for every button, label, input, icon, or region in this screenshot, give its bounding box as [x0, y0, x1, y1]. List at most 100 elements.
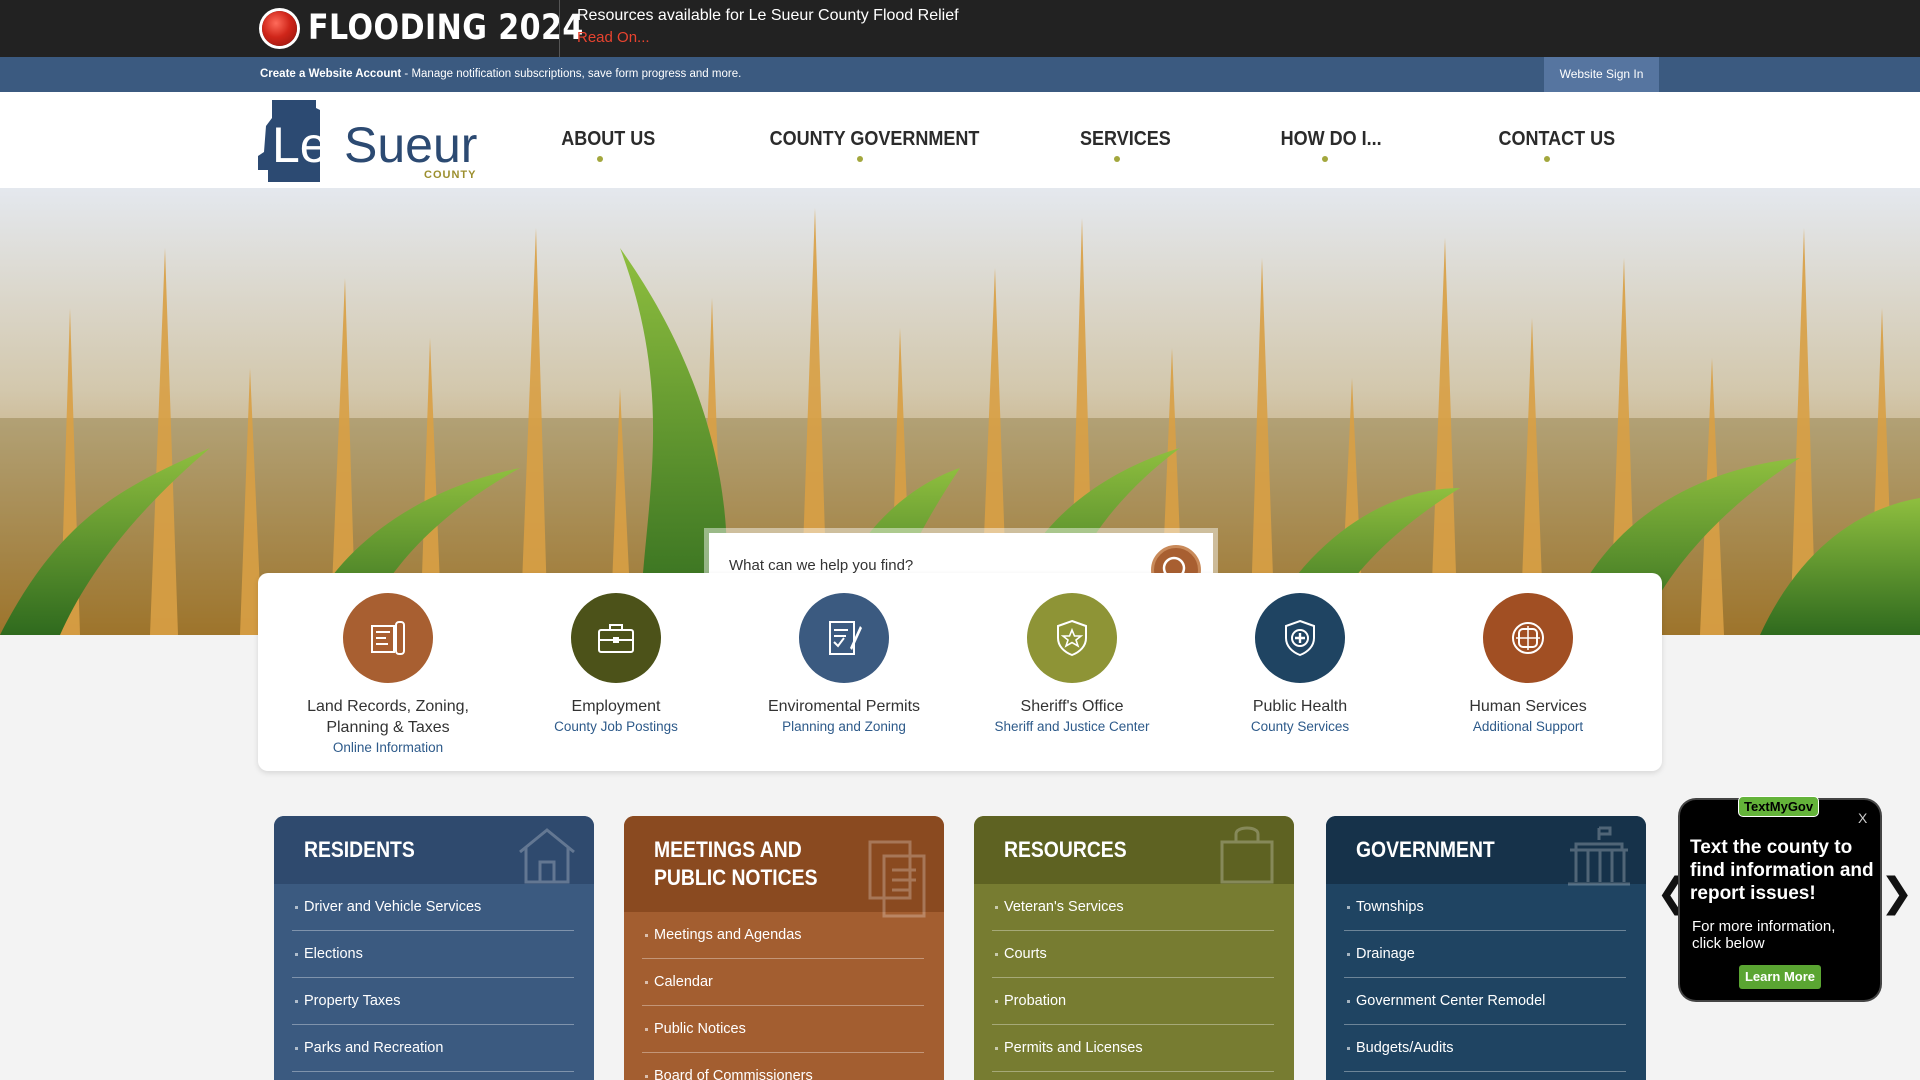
- card-resources: RESOURCES Veteran's Services Courts Prob…: [974, 816, 1294, 1080]
- textmygov-body: For more information, click below: [1692, 918, 1836, 952]
- quick-link-environmental-permits[interactable]: Enviromental Permits Planning and Zoning: [734, 593, 954, 734]
- search-input[interactable]: [729, 557, 1129, 574]
- card-link[interactable]: Probation: [992, 978, 1274, 1025]
- quick-link-human-services[interactable]: Human Services Additional Support: [1418, 593, 1638, 734]
- textmygov-widget: TextMyGov X Text the county to find info…: [1680, 796, 1880, 1000]
- card-link-list: Driver and Vehicle Services Elections Pr…: [292, 884, 574, 1072]
- quick-link-icon-circle: [799, 593, 889, 683]
- logo-text-county: COUNTY: [424, 169, 477, 181]
- logo-text-sueur: Sueur: [344, 117, 478, 173]
- card-link[interactable]: Government Center Remodel: [1344, 978, 1626, 1025]
- create-account-link[interactable]: Create a Website Account: [260, 68, 401, 80]
- nav-county-government[interactable]: COUNTY GOVERNMENT: [770, 128, 980, 151]
- account-bar: Create a Website Account - Manage notifi…: [0, 57, 1920, 92]
- quick-link-subtitle: County Services: [1250, 719, 1350, 734]
- card-link[interactable]: Public Notices: [642, 1006, 924, 1053]
- carousel-next-arrow-icon[interactable]: ❯: [1880, 870, 1914, 916]
- textmygov-learn-more-button[interactable]: Learn More: [1739, 965, 1821, 989]
- card-link[interactable]: Drainage: [1344, 931, 1626, 978]
- card-link[interactable]: Permits and Licenses: [992, 1025, 1274, 1072]
- nav-services[interactable]: SERVICES: [1080, 128, 1171, 151]
- quick-link-icon-circle: [1483, 593, 1573, 683]
- card-header[interactable]: RESIDENTS: [274, 816, 594, 884]
- card-title: RESOURCES: [1004, 837, 1127, 862]
- card-link[interactable]: Budgets/Audits: [1344, 1025, 1626, 1072]
- card-title: RESIDENTS: [304, 837, 415, 862]
- map-icon: [371, 621, 405, 655]
- card-link[interactable]: Driver and Vehicle Services: [292, 884, 574, 931]
- card-header[interactable]: GOVERNMENT: [1326, 816, 1646, 886]
- textmygov-headline: Text the county to find information and …: [1690, 837, 1874, 904]
- account-promo: Create a Website Account - Manage notifi…: [260, 68, 741, 80]
- quick-link-icon-circle: [1255, 593, 1345, 683]
- card-link[interactable]: Property Taxes: [292, 978, 574, 1025]
- quick-link-title: Land Records, Zoning, Planning & Taxes: [307, 698, 469, 736]
- card-link[interactable]: Courts: [992, 931, 1274, 978]
- quick-link-subtitle: Online Information: [332, 740, 444, 755]
- quick-link-public-health[interactable]: Public Health County Services: [1190, 593, 1410, 734]
- textmygov-badge: TextMyGov: [1738, 796, 1820, 817]
- alert-message: Resources available for Le Sueur County …: [577, 7, 959, 24]
- quick-link-employment[interactable]: Employment County Job Postings: [506, 593, 726, 734]
- card-link[interactable]: Calendar: [642, 959, 924, 1006]
- briefcase-icon: [598, 624, 634, 653]
- quick-link-icon-circle: [1027, 593, 1117, 683]
- card-link[interactable]: Parks and Recreation: [292, 1025, 574, 1072]
- site-header: Le Sueur COUNTY ABOUT US COUNTY GOVERNME…: [0, 92, 1920, 188]
- hero-banner: [0, 188, 1920, 635]
- textmygov-close-icon[interactable]: X: [1858, 810, 1867, 826]
- logo-text-le: Le: [272, 117, 328, 173]
- card-residents: RESIDENTS Driver and Vehicle Services El…: [274, 816, 594, 1080]
- sign-in-button[interactable]: Website Sign In: [1544, 57, 1659, 92]
- quick-link-icon-circle: [571, 593, 661, 683]
- quick-link-subtitle: Sheriff and Justice Center: [994, 719, 1150, 734]
- card-meetings-public-notices: MEETINGS AND PUBLIC NOTICES Meetings and…: [624, 816, 944, 1080]
- nav-county-government-dot: [857, 156, 863, 162]
- card-title: MEETINGS AND PUBLIC NOTICES: [654, 837, 818, 890]
- nav-about-us[interactable]: ABOUT US: [561, 128, 655, 151]
- card-link[interactable]: Board of Commissioners: [642, 1053, 924, 1080]
- quick-link-subtitle: Additional Support: [1472, 719, 1584, 734]
- nav-services-dot: [1114, 156, 1120, 162]
- nav-about-us-dot: [597, 156, 603, 162]
- quick-link-subtitle: Planning and Zoning: [782, 719, 906, 734]
- house-icon: [519, 828, 575, 884]
- quick-link-subtitle: County Job Postings: [554, 719, 678, 734]
- card-link[interactable]: Meetings and Agendas: [642, 912, 924, 959]
- emergency-alert-bar: FLOODING 2024 Resources available for Le…: [0, 0, 1920, 57]
- county-logo[interactable]: Le Sueur COUNTY: [258, 100, 488, 182]
- quick-link-sheriffs-office[interactable]: Sheriff's Office Sheriff and Justice Cen…: [962, 593, 1182, 734]
- alert-title[interactable]: FLOODING 2024: [308, 8, 584, 48]
- card-link-list: Meetings and Agendas Calendar Public Not…: [642, 912, 924, 1080]
- card-link-list: Townships Drainage Government Center Rem…: [1344, 884, 1626, 1072]
- permit-document-icon: [829, 621, 862, 655]
- nav-contact-us-dot: [1544, 156, 1550, 162]
- nav-how-do-i[interactable]: HOW DO I...: [1281, 128, 1382, 151]
- shopping-bag-icon: [1220, 826, 1274, 884]
- people-hands-icon: [1512, 622, 1544, 654]
- nav-contact-us[interactable]: CONTACT US: [1498, 128, 1615, 151]
- quick-links-panel: Land Records, Zoning, Planning & Taxes O…: [258, 573, 1662, 771]
- alert-indicator-icon: [262, 11, 297, 46]
- quick-link-title: Sheriff's Office: [1020, 698, 1124, 715]
- card-title: GOVERNMENT: [1356, 837, 1495, 862]
- card-header[interactable]: MEETINGS AND PUBLIC NOTICES: [624, 816, 944, 918]
- card-government: GOVERNMENT Townships Drainage Government…: [1326, 816, 1646, 1080]
- card-header[interactable]: RESOURCES: [974, 816, 1294, 884]
- quick-link-title: Enviromental Permits: [767, 698, 921, 715]
- quick-link-land-records[interactable]: Land Records, Zoning, Planning & Taxes O…: [278, 593, 498, 755]
- quick-link-title: Employment: [571, 698, 661, 715]
- account-description: - Manage notification subscriptions, sav…: [401, 68, 742, 80]
- quick-link-title: Human Services: [1469, 698, 1587, 715]
- quick-link-title: Public Health: [1252, 698, 1348, 715]
- badge-shield-icon: [1057, 619, 1087, 657]
- card-link[interactable]: Townships: [1344, 884, 1626, 931]
- card-link-list: Veteran's Services Courts Probation Perm…: [992, 884, 1274, 1072]
- government-building-icon: [1568, 826, 1630, 886]
- card-link[interactable]: Veteran's Services: [992, 884, 1274, 931]
- quick-link-icon-circle: [343, 593, 433, 683]
- nav-how-do-i-dot: [1322, 156, 1328, 162]
- alert-read-on-link[interactable]: Read On...: [577, 29, 650, 46]
- card-link[interactable]: Elections: [292, 931, 574, 978]
- alert-divider: [559, 0, 560, 57]
